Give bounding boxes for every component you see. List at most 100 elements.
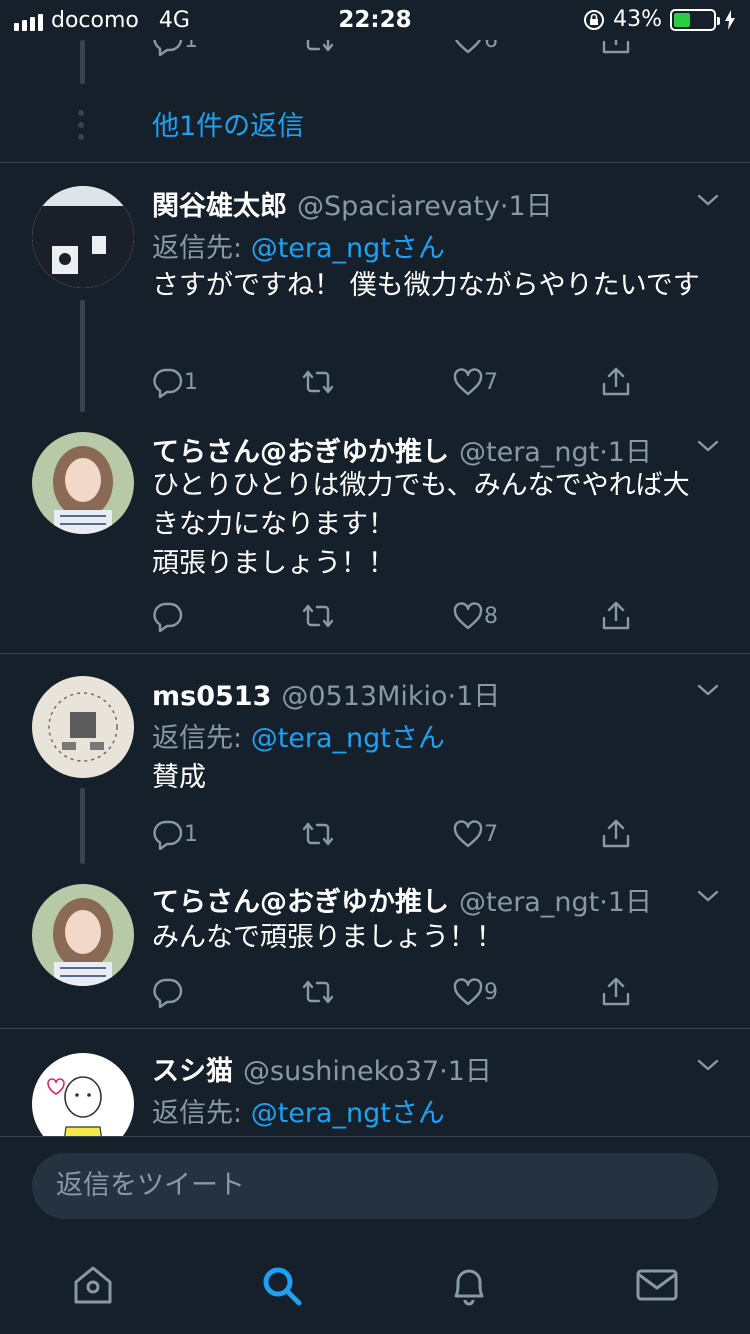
tab-bar: [0, 1240, 750, 1334]
tweet-time: ·1日: [599, 437, 652, 468]
reply-button[interactable]: 1: [152, 40, 198, 56]
avatar[interactable]: [32, 676, 134, 778]
share-icon: [602, 367, 630, 396]
chevron-down-icon[interactable]: [696, 884, 720, 908]
reply-input[interactable]: 返信をツイート: [32, 1153, 718, 1219]
reply-to-link[interactable]: @tera_ngtさん: [251, 233, 445, 264]
reply-icon: [153, 40, 183, 56]
retweet-icon: [302, 604, 334, 628]
heart-icon: [453, 368, 483, 396]
display-name[interactable]: てらさん@おぎゆか推し: [152, 880, 449, 919]
chevron-down-icon[interactable]: [696, 188, 720, 212]
like-count: 7: [484, 369, 498, 395]
display-name[interactable]: てらさん@おぎゆか推し: [152, 430, 449, 469]
user-handle[interactable]: @sushineko37: [243, 1056, 439, 1087]
share-button[interactable]: [600, 600, 632, 632]
tweet[interactable]: てらさん@おぎゆか推し @tera_ngt ·1日 みんなで頑張りましょう！！ …: [0, 864, 750, 1028]
tweet-text: ひとりひとりは微力でも、みんなでやれば大 きな力になります！ 頑張りましょう！！: [152, 466, 722, 583]
reply-to-label: 返信先:: [152, 723, 251, 754]
user-handle[interactable]: @tera_ngt: [459, 437, 599, 468]
battery-percent: 43%: [613, 7, 662, 32]
partial-action-row: 1 6: [0, 40, 750, 68]
tweet-text: 賛成: [152, 762, 206, 793]
user-handle[interactable]: @tera_ngt: [459, 887, 599, 918]
thread-line: [80, 788, 85, 864]
reply-to-link[interactable]: @tera_ngtさん: [251, 1098, 445, 1129]
reply-to-label: 返信先:: [152, 233, 251, 264]
chevron-down-icon[interactable]: [696, 434, 720, 458]
reply-count: 1: [184, 40, 198, 53]
share-button[interactable]: [600, 366, 632, 398]
retweet-icon: [302, 370, 334, 394]
tweet[interactable]: てらさん@おぎゆか推し @tera_ngt ·1日 ひとりひとりは微力でも、みん…: [0, 412, 750, 652]
reply-icon: [153, 368, 183, 398]
reply-button[interactable]: 1: [152, 818, 198, 850]
chevron-down-icon[interactable]: [696, 678, 720, 702]
avatar[interactable]: [32, 186, 134, 288]
retweet-button[interactable]: [302, 976, 334, 1008]
display-name[interactable]: スシ猫: [152, 1049, 233, 1088]
status-bar: docomo 4G 22:28 43%: [0, 0, 750, 40]
reply-to-line: 返信先: @tera_ngtさん: [152, 1091, 445, 1130]
display-name[interactable]: 関谷雄太郎: [152, 184, 287, 223]
chevron-down-icon[interactable]: [696, 1053, 720, 1077]
share-button[interactable]: [600, 818, 632, 850]
share-icon: [602, 819, 630, 848]
avatar[interactable]: [32, 432, 134, 534]
like-button[interactable]: 9: [452, 976, 498, 1008]
tweet[interactable]: 関谷雄太郎 @Spaciarevaty ·1日 返信先: @tera_ngtさん…: [0, 162, 750, 412]
rotation-lock-icon: [584, 9, 605, 30]
show-more-replies-link[interactable]: 他1件の返信: [152, 104, 304, 143]
tweet-time: ·1日: [447, 681, 501, 712]
avatar[interactable]: [32, 1053, 134, 1136]
share-button[interactable]: [600, 40, 632, 56]
reply-count: 1: [184, 821, 198, 847]
tweet-time: ·1日: [499, 191, 553, 222]
heart-icon: [453, 602, 483, 630]
retweet-button[interactable]: [302, 40, 334, 56]
reply-icon: [153, 602, 183, 632]
notifications-bell-icon[interactable]: [446, 1262, 492, 1308]
user-handle[interactable]: @Spaciarevaty: [297, 191, 500, 222]
retweet-icon: [302, 822, 334, 846]
like-button[interactable]: 6: [452, 40, 498, 56]
tweet-text: さすがですね！ 僕も微力ながらやりたいです: [152, 270, 700, 301]
retweet-button[interactable]: [302, 818, 334, 850]
tweet-time: ·1日: [599, 887, 652, 918]
search-icon[interactable]: [258, 1262, 304, 1308]
retweet-icon: [302, 980, 334, 1004]
like-count: 7: [484, 821, 498, 847]
tweet[interactable]: ms0513 @0513Mikio ·1日 返信先: @tera_ngtさん 賛…: [0, 654, 750, 864]
thread-dots: [78, 110, 86, 140]
display-name[interactable]: ms0513: [152, 681, 271, 712]
messages-envelope-icon[interactable]: [634, 1262, 680, 1308]
tweet-text: みんなで頑張りましょう！！: [152, 922, 503, 953]
heart-icon: [454, 40, 482, 54]
tweet-time: ·1日: [439, 1056, 492, 1087]
retweet-icon: [306, 40, 334, 52]
heart-icon: [453, 978, 483, 1006]
tweet-text-line: 頑張りましょう！！: [152, 548, 395, 579]
retweet-button[interactable]: [302, 366, 334, 398]
reply-button[interactable]: 1: [152, 366, 198, 398]
action-row: 9: [152, 976, 642, 1012]
tweet[interactable]: スシ猫 @sushineko37 ·1日 返信先: @tera_ngtさん: [0, 1029, 750, 1136]
charging-bolt-icon: [725, 9, 735, 30]
retweet-button[interactable]: [302, 600, 334, 632]
home-icon[interactable]: [70, 1262, 116, 1308]
action-row: 1 7: [152, 818, 642, 854]
reply-button[interactable]: [152, 600, 184, 632]
like-count: 8: [484, 603, 498, 629]
share-button[interactable]: [600, 976, 632, 1008]
user-handle[interactable]: @0513Mikio: [281, 681, 447, 712]
reply-count: 1: [184, 369, 198, 395]
reply-to-link[interactable]: @tera_ngtさん: [251, 723, 445, 754]
like-button[interactable]: 7: [452, 818, 498, 850]
thread-line: [80, 300, 85, 412]
reply-button[interactable]: [152, 976, 184, 1008]
like-button[interactable]: 7: [452, 366, 498, 398]
share-icon: [602, 40, 630, 54]
avatar[interactable]: [32, 884, 134, 986]
like-count: 9: [484, 979, 498, 1005]
like-button[interactable]: 8: [452, 600, 498, 632]
